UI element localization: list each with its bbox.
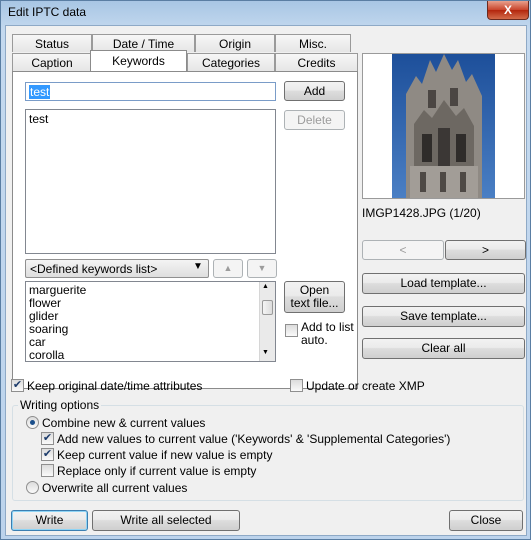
arrow-up-icon: ▲ <box>223 263 233 273</box>
keep-current-checkbox[interactable]: ✔ <box>41 448 54 461</box>
scroll-down-icon[interactable]: ▼ <box>262 349 269 356</box>
combine-radio[interactable] <box>26 416 39 429</box>
tab-status[interactable]: Status <box>12 34 92 52</box>
dialog-client: Status Date / Time Origin Misc. Caption … <box>5 25 527 536</box>
add-new-values-checkbox[interactable]: ✔ <box>41 432 54 445</box>
defined-keywords-list[interactable]: marguerite flower glider soaring car cor… <box>25 281 276 362</box>
window-title: Edit IPTC data <box>8 5 87 19</box>
tab-keywords[interactable]: Keywords <box>90 50 187 71</box>
tab-misc[interactable]: Misc. <box>275 34 351 52</box>
add-to-list-checkbox[interactable] <box>285 324 298 337</box>
overwrite-label: Overwrite all current values <box>42 481 188 495</box>
close-button[interactable]: Close <box>449 510 523 531</box>
load-template-button[interactable]: Load template... <box>362 273 525 294</box>
add-to-list-label: Add to list auto. <box>301 320 354 347</box>
keyword-input[interactable]: test <box>25 82 276 101</box>
write-all-selected-button[interactable]: Write all selected <box>92 510 240 531</box>
delete-button[interactable]: Delete <box>284 110 345 130</box>
tab-credits[interactable]: Credits <box>275 53 358 71</box>
keep-date-checkbox[interactable]: ✔ <box>11 379 24 392</box>
keep-current-label: Keep current value if new value is empty <box>57 448 273 462</box>
arrow-down-icon: ▼ <box>257 263 267 273</box>
save-template-button[interactable]: Save template... <box>362 306 525 327</box>
keywords-list[interactable]: test <box>25 109 276 254</box>
image-caption: IMGP1428.JPG (1/20) <box>362 206 481 220</box>
move-up-button[interactable]: ▲ <box>213 259 243 278</box>
update-xmp-label: Update or create XMP <box>306 379 425 393</box>
window-close-button[interactable]: X <box>487 1 529 20</box>
previous-image-button[interactable]: < <box>362 240 444 260</box>
add-new-values-label: Add new values to current value ('Keywor… <box>57 432 451 446</box>
keywords-panel: test Add test Delete <Defined keywords l… <box>12 71 358 389</box>
replace-only-checkbox[interactable] <box>41 464 54 477</box>
move-down-button[interactable]: ▼ <box>247 259 277 278</box>
preview-frame <box>362 53 525 199</box>
keep-date-label: Keep original date/time attributes <box>27 379 203 393</box>
write-button[interactable]: Write <box>11 510 88 531</box>
tab-origin[interactable]: Origin <box>195 34 275 52</box>
cathedral-photo <box>392 54 495 198</box>
update-xmp-checkbox[interactable] <box>290 379 303 392</box>
list-scrollbar[interactable]: ▲ ▼ <box>259 282 275 361</box>
add-button[interactable]: Add <box>284 81 345 101</box>
keyword-input-value: test <box>29 85 51 99</box>
open-text-file-button[interactable]: Open text file... <box>284 281 345 313</box>
list-item[interactable]: corolla <box>29 349 86 362</box>
replace-only-label: Replace only if current value is empty <box>57 464 257 478</box>
title-bar[interactable]: Edit IPTC data X <box>1 1 530 25</box>
writing-options-title: Writing options <box>18 398 102 412</box>
scroll-thumb[interactable] <box>262 300 273 315</box>
tab-categories[interactable]: Categories <box>187 53 275 71</box>
chevron-down-icon: ▼ <box>193 261 203 272</box>
combine-label: Combine new & current values <box>42 416 206 430</box>
overwrite-radio[interactable] <box>26 481 39 494</box>
tab-caption[interactable]: Caption <box>12 53 92 71</box>
defined-keywords-selected: <Defined keywords list> <box>30 262 158 276</box>
next-image-button[interactable]: > <box>445 240 526 260</box>
defined-keywords-dropdown[interactable]: <Defined keywords list> ▼ <box>25 259 209 278</box>
edit-iptc-window: Edit IPTC data X Status Date / Time Orig… <box>0 0 531 540</box>
clear-all-button[interactable]: Clear all <box>362 338 525 359</box>
scroll-up-icon[interactable]: ▲ <box>262 283 269 290</box>
list-item[interactable]: test <box>26 110 275 128</box>
